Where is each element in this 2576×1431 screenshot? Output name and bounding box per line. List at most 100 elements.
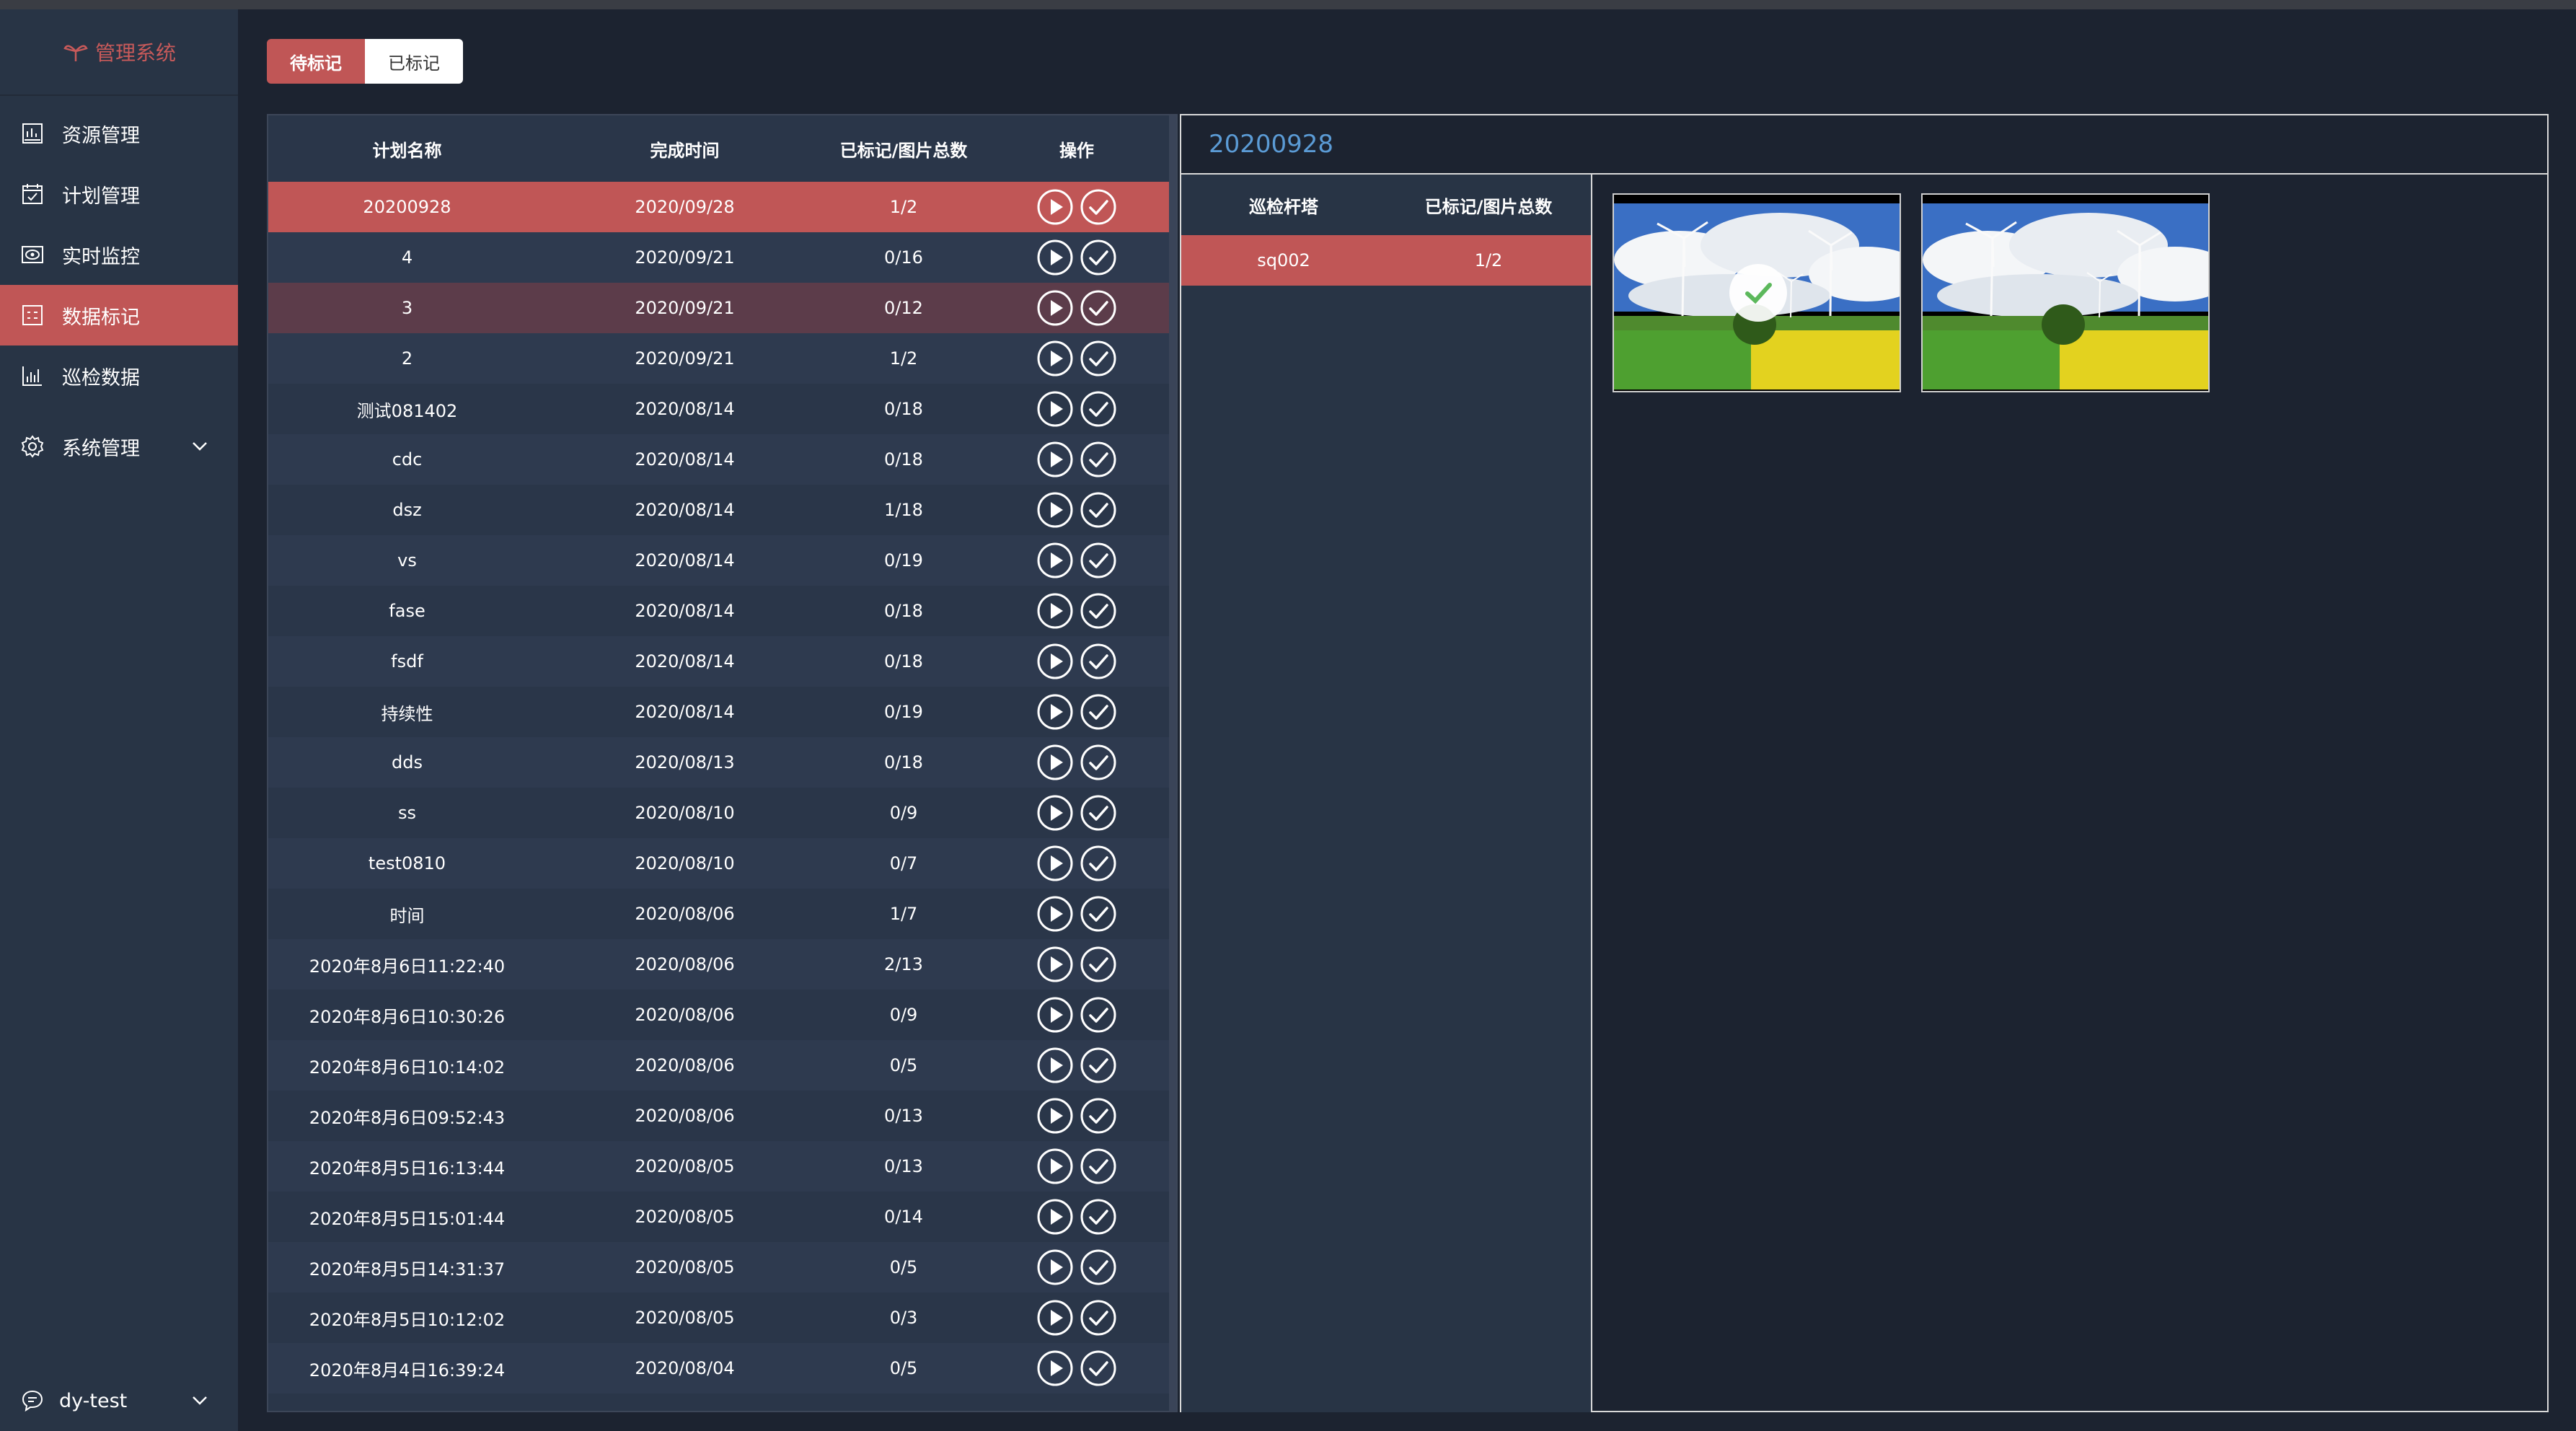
check-icon[interactable]	[1080, 1097, 1117, 1135]
table-row[interactable]: 2020年8月5日15:01:44 2020/08/05 0/14	[268, 1192, 1176, 1242]
check-icon[interactable]	[1080, 491, 1117, 529]
check-icon[interactable]	[1080, 1148, 1117, 1185]
check-icon[interactable]	[1080, 188, 1117, 226]
check-icon[interactable]	[1080, 1349, 1117, 1387]
play-icon[interactable]	[1036, 441, 1074, 478]
play-icon[interactable]	[1036, 542, 1074, 579]
plan-finish-time: 2020/08/06	[635, 1106, 735, 1126]
wind-turbine-photo	[1923, 195, 2208, 391]
play-icon[interactable]	[1036, 1249, 1074, 1286]
check-icon[interactable]	[1080, 895, 1117, 933]
sidebar-item-resource[interactable]: 资源管理	[0, 103, 238, 164]
table-row[interactable]: 4 2020/09/21 0/16	[268, 232, 1176, 283]
play-icon[interactable]	[1036, 744, 1074, 781]
table-row[interactable]: 2 2020/09/21 1/2	[268, 333, 1176, 384]
sidebar-item-system[interactable]: 系统管理	[0, 416, 238, 477]
tab-marked[interactable]: 已标记	[365, 39, 463, 84]
check-icon[interactable]	[1080, 744, 1117, 781]
plan-table-scrollbar[interactable]	[1169, 115, 1176, 1411]
check-icon[interactable]	[1080, 1198, 1117, 1236]
table-row[interactable]: 20200928 2020/09/28 1/2	[268, 182, 1176, 232]
play-icon[interactable]	[1036, 895, 1074, 933]
sidebar-item-monitor[interactable]: 实时监控	[0, 224, 238, 285]
check-icon[interactable]	[1080, 289, 1117, 327]
play-icon[interactable]	[1036, 845, 1074, 882]
play-icon[interactable]	[1036, 1299, 1074, 1337]
user-menu[interactable]: dy-test	[0, 1370, 238, 1431]
play-icon[interactable]	[1036, 946, 1074, 983]
table-row[interactable]: 2020年8月5日10:12:02 2020/08/05 0/3	[268, 1293, 1176, 1343]
check-icon[interactable]	[1080, 794, 1117, 832]
table-row[interactable]: 2020年8月5日14:31:37 2020/08/05 0/5	[268, 1242, 1176, 1293]
play-icon[interactable]	[1036, 1097, 1074, 1135]
table-row[interactable]: dds 2020/08/13 0/18	[268, 737, 1176, 788]
sidebar-item-data-mark[interactable]: 数据标记	[0, 285, 238, 345]
play-icon[interactable]	[1036, 390, 1074, 428]
table-row[interactable]: 2020年8月6日10:14:02 2020/08/06 0/5	[268, 1040, 1176, 1091]
check-icon[interactable]	[1080, 996, 1117, 1034]
image-thumbnail[interactable]	[1921, 193, 2210, 392]
tab-pending[interactable]: 待标记	[267, 39, 365, 84]
table-row[interactable]: cdc 2020/08/14 0/18	[268, 434, 1176, 485]
check-icon[interactable]	[1080, 592, 1117, 630]
table-row[interactable]: test0810 2020/08/10 0/7	[268, 838, 1176, 889]
play-icon[interactable]	[1036, 1148, 1074, 1185]
plan-mark-count: 0/16	[884, 247, 923, 268]
play-icon[interactable]	[1036, 289, 1074, 327]
check-icon[interactable]	[1080, 1299, 1117, 1337]
play-icon[interactable]	[1036, 996, 1074, 1034]
image-thumbnail[interactable]	[1613, 193, 1901, 392]
check-icon[interactable]	[1080, 390, 1117, 428]
check-icon[interactable]	[1080, 340, 1117, 377]
table-row[interactable]: 3 2020/09/21 0/12	[268, 283, 1176, 333]
play-icon[interactable]	[1036, 239, 1074, 276]
check-icon[interactable]	[1080, 542, 1117, 579]
plan-mark-count: 0/18	[884, 449, 923, 470]
sidebar-item-plan[interactable]: 计划管理	[0, 164, 238, 224]
chevron-down-icon	[193, 442, 207, 451]
table-row[interactable]: 2020年8月4日16:39:24 2020/08/04 0/5	[268, 1343, 1176, 1393]
plan-actions	[984, 643, 1170, 680]
play-icon[interactable]	[1036, 794, 1074, 832]
plan-mark-count: 0/13	[884, 1106, 923, 1126]
check-icon[interactable]	[1080, 845, 1117, 882]
plan-name: cdc	[392, 449, 423, 470]
table-row[interactable]: 2020年8月6日09:52:43 2020/08/06 0/13	[268, 1091, 1176, 1141]
table-row[interactable]: 测试081402 2020/08/14 0/18	[268, 384, 1176, 434]
table-row[interactable]: 持续性 2020/08/14 0/19	[268, 687, 1176, 737]
table-row[interactable]: 2020年8月6日10:30:26 2020/08/06 0/9	[268, 990, 1176, 1040]
table-row[interactable]: ss 2020/08/10 0/9	[268, 788, 1176, 838]
sidebar-item-inspection-data[interactable]: 巡检数据	[0, 345, 238, 406]
table-row[interactable]: vs 2020/08/14 0/19	[268, 535, 1176, 586]
table-row[interactable]: fase 2020/08/14 0/18	[268, 586, 1176, 636]
check-icon[interactable]	[1080, 643, 1117, 680]
check-icon[interactable]	[1080, 239, 1117, 276]
plan-actions	[984, 1047, 1170, 1084]
chart-icon	[22, 366, 42, 386]
plan-finish-time: 2020/08/06	[635, 1005, 735, 1025]
table-row[interactable]: 2020年8月5日16:13:44 2020/08/05 0/13	[268, 1141, 1176, 1192]
table-row[interactable]: fsdf 2020/08/14 0/18	[268, 636, 1176, 687]
check-icon[interactable]	[1080, 1249, 1117, 1286]
table-row[interactable]: sq002 1/2	[1181, 235, 1591, 286]
play-icon[interactable]	[1036, 340, 1074, 377]
plan-finish-time: 2020/08/13	[635, 752, 735, 772]
play-icon[interactable]	[1036, 1047, 1074, 1084]
play-icon[interactable]	[1036, 1349, 1074, 1387]
play-icon[interactable]	[1036, 188, 1074, 226]
play-icon[interactable]	[1036, 491, 1074, 529]
play-icon[interactable]	[1036, 1198, 1074, 1236]
table-row[interactable]: 2020年8月6日11:22:40 2020/08/06 2/13	[268, 939, 1176, 990]
check-icon[interactable]	[1080, 441, 1117, 478]
check-icon[interactable]	[1080, 693, 1117, 731]
plan-mark-count: 0/18	[884, 601, 923, 621]
table-row[interactable]: dsz 2020/08/14 1/18	[268, 485, 1176, 535]
check-icon[interactable]	[1080, 946, 1117, 983]
play-icon[interactable]	[1036, 643, 1074, 680]
check-icon[interactable]	[1080, 1047, 1117, 1084]
plan-finish-time: 2020/09/28	[635, 197, 735, 217]
play-icon[interactable]	[1036, 592, 1074, 630]
table-row[interactable]: 时间 2020/08/06 1/7	[268, 889, 1176, 939]
plan-mark-count: 0/9	[889, 1005, 918, 1025]
play-icon[interactable]	[1036, 693, 1074, 731]
